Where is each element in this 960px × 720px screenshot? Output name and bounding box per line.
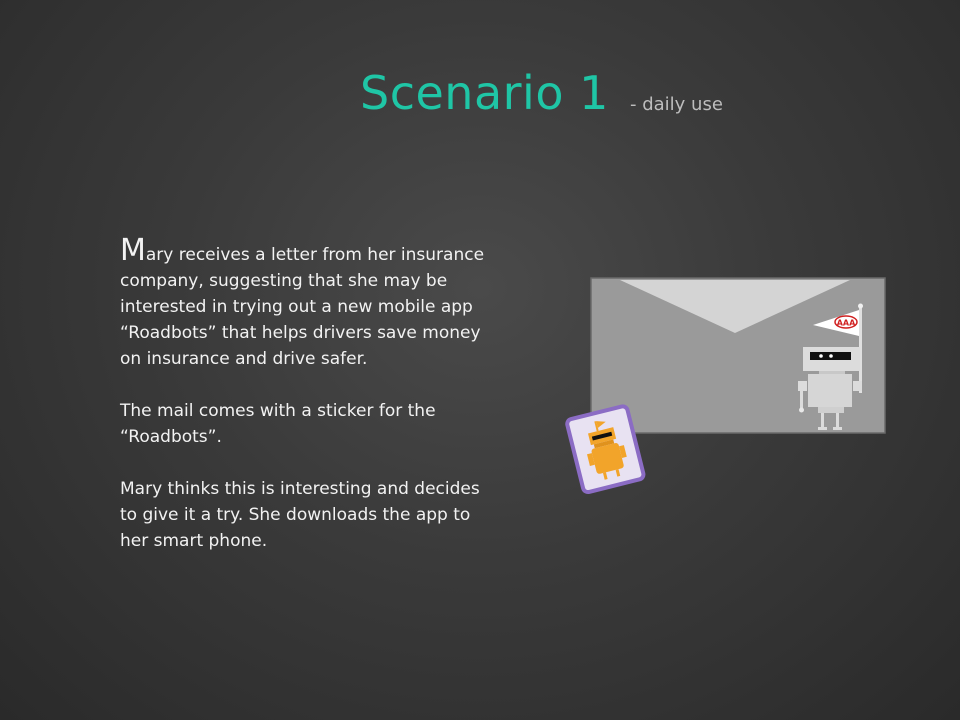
paragraph-3: Mary thinks this is interesting and deci… xyxy=(120,479,480,551)
letter-illustration: AAA xyxy=(565,277,886,495)
slide-title: Scenario 1 xyxy=(360,66,609,120)
paragraph-1-text: ary receives a letter from her insurance… xyxy=(120,245,485,369)
paragraph-1: Mary receives a letter from her insuranc… xyxy=(120,236,485,372)
drop-cap: M xyxy=(120,233,146,268)
scenario-description: Mary receives a letter from her insuranc… xyxy=(120,236,485,580)
paragraph-2: The mail comes with a sticker for the “R… xyxy=(120,401,436,447)
flag-logo-text: AAA xyxy=(837,319,856,328)
slide-subtitle: - daily use xyxy=(630,94,723,115)
